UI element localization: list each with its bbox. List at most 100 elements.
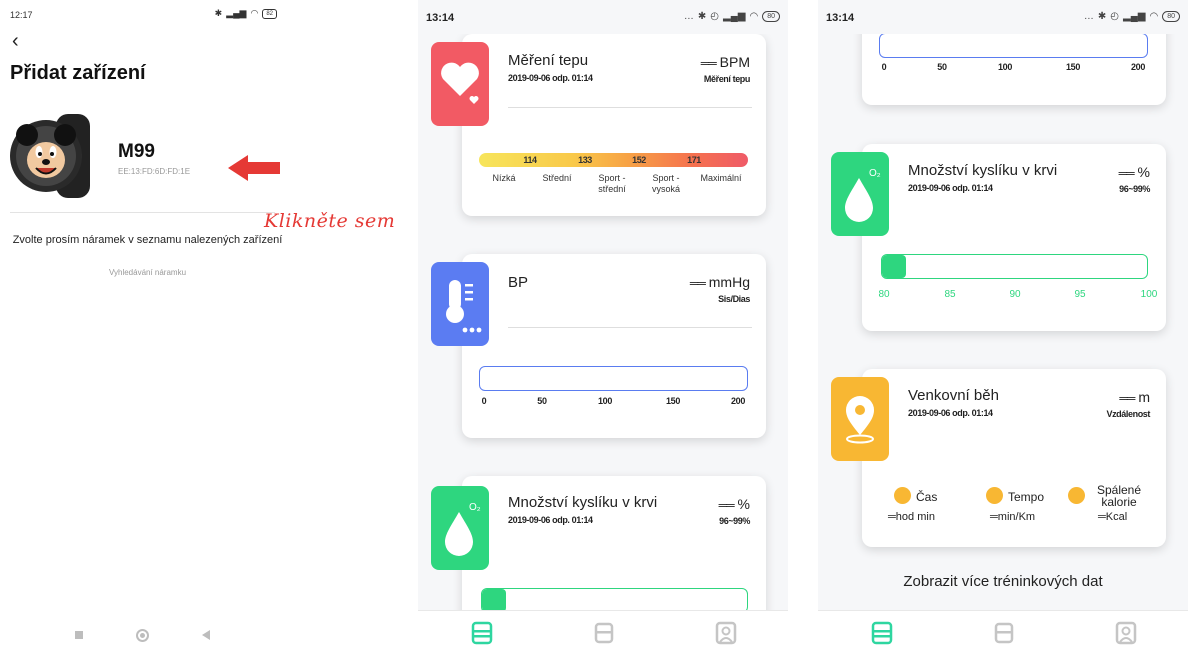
- axis-label: 90: [1009, 289, 1021, 300]
- card-unit: ══ BPM: [700, 54, 750, 70]
- axis-label: 150: [1065, 62, 1081, 72]
- wifi-icon: ◠: [749, 11, 759, 22]
- oxygen-badge: O₂: [831, 152, 889, 236]
- home-button[interactable]: [135, 628, 149, 642]
- axis-label: 100: [1140, 289, 1158, 300]
- card-date: 2019-09-06 odp. 01:14: [908, 408, 993, 418]
- card-subtitle: 96~99%: [1119, 184, 1150, 194]
- bottom-tab-bar: [418, 610, 788, 650]
- blood-pressure-card[interactable]: BP ══ mmHg Sis/Dias 0 50 100 150 200: [462, 254, 766, 438]
- axis-label: 80: [878, 289, 890, 300]
- card-subtitle: Vzdálenost: [1106, 409, 1150, 419]
- card-title: Měření tepu: [508, 52, 589, 69]
- zone-label: Nízká: [492, 173, 516, 183]
- lightning-icon: [986, 487, 1003, 504]
- card-date: 2019-09-06 odp. 01:14: [908, 183, 993, 193]
- clock-icon: [894, 487, 911, 504]
- status-bar: 12:17 ✱ ▂▄▆ ◠ 82: [0, 0, 285, 28]
- bp-bar: [479, 366, 748, 391]
- zone-tick: 171: [687, 155, 701, 165]
- heart-zone-bar: [479, 153, 748, 167]
- tab-profile[interactable]: [1115, 621, 1137, 645]
- unit-text: m: [1138, 389, 1150, 405]
- watch-image[interactable]: [8, 104, 98, 208]
- outdoor-run-card[interactable]: Venkovní běh 2019-09-06 odp. 01:14 ══ m …: [862, 369, 1166, 547]
- tab-dashboard[interactable]: [871, 621, 893, 645]
- tab-dashboard[interactable]: [471, 621, 493, 645]
- device-mac: EE:13:FD:6D:FD:1E: [118, 167, 191, 176]
- oxygen-bar-fill: [882, 255, 906, 278]
- page-title: Přidat zařízení: [10, 62, 146, 84]
- unit-text: %: [1137, 164, 1150, 180]
- system-nav-bar: [0, 620, 285, 650]
- card-date: 2019-09-06 odp. 01:14: [508, 73, 593, 83]
- more-training-data-link[interactable]: Zobrazit více tréninkových dat: [818, 573, 1188, 590]
- alarm-icon: ◴: [710, 11, 719, 22]
- arrow-left-icon: [228, 155, 280, 181]
- time-label: Čas: [916, 490, 938, 504]
- card-unit: ══ %: [1118, 164, 1150, 180]
- location-pin-icon: [846, 396, 874, 444]
- divider: [10, 212, 275, 213]
- back-button[interactable]: ‹: [12, 30, 19, 53]
- dashboard-screen-1: 13:14 … ✱ ◴ ▂▄▆ ◠ 80 Měření tepu 2019-09…: [418, 0, 788, 650]
- signal-icon: ▂▄▆: [226, 8, 247, 18]
- svg-text:O₂: O₂: [469, 502, 481, 513]
- signal-icon: ▂▄▆: [723, 11, 746, 22]
- status-time: 13:14: [826, 12, 855, 24]
- status-time: 12:17: [10, 10, 33, 20]
- divider: [508, 327, 752, 328]
- card-unit: ══ mmHg: [689, 274, 750, 290]
- divider: [508, 107, 752, 108]
- click-here-hint: Klikněte sem: [264, 210, 396, 232]
- tab-device[interactable]: [993, 621, 1015, 645]
- blood-oxygen-card[interactable]: Množství kyslíku v krvi 2019-09-06 odp. …: [862, 144, 1166, 331]
- axis-label: 85: [944, 289, 956, 300]
- zone-label: Sport - střední: [598, 173, 626, 194]
- heart-rate-card[interactable]: Měření tepu 2019-09-06 odp. 01:14 ══ BPM…: [462, 34, 766, 216]
- card-unit: ══ m: [1119, 389, 1150, 405]
- battery-icon: 80: [762, 11, 780, 22]
- axis-label: 50: [937, 62, 947, 72]
- wifi-icon: ◠: [250, 8, 259, 18]
- device-icon: [594, 622, 614, 644]
- device-icon: [994, 622, 1014, 644]
- unit-text: BPM: [719, 54, 750, 70]
- calories-unit: ═Kcal: [1098, 511, 1128, 523]
- back-nav-button[interactable]: [202, 630, 211, 640]
- bp-bar: [879, 33, 1148, 58]
- dashboard-screen-2: 13:14 … ✱ ◴ ▂▄▆ ◠ 80 0 50 100 150 200 Mn…: [818, 0, 1188, 650]
- card-title: Množství kyslíku v krvi: [908, 162, 1058, 179]
- axis-label: 0: [481, 396, 487, 406]
- searching-text: Vyhledávání náramku: [108, 268, 187, 277]
- pace-unit: ═min/Km: [990, 511, 1036, 523]
- card-subtitle: Měření tepu: [703, 74, 751, 84]
- tab-device[interactable]: [593, 621, 615, 645]
- signal-icon: ▂▄▆: [1123, 11, 1146, 22]
- droplet-icon: O₂: [445, 502, 481, 556]
- flame-icon: [1068, 487, 1085, 504]
- unit-text: mmHg: [708, 274, 750, 290]
- tab-profile[interactable]: [715, 621, 737, 645]
- axis-label: 50: [537, 396, 547, 406]
- zone-label: Střední: [542, 173, 572, 183]
- axis-label: 200: [1130, 62, 1146, 72]
- axis-label: 100: [597, 396, 613, 406]
- axis-label: 0: [881, 62, 887, 72]
- profile-icon: [1115, 621, 1137, 645]
- wifi-icon: ◠: [1149, 11, 1159, 22]
- add-device-screen: 12:17 ✱ ▂▄▆ ◠ 82 ‹ Přidat zařízení M99 E…: [0, 0, 395, 650]
- time-unit: ═hod min: [888, 511, 935, 523]
- status-bar: 13:14 … ✱ ◴ ▂▄▆ ◠ 80: [418, 0, 788, 34]
- status-bar: 13:14 … ✱ ◴ ▂▄▆ ◠ 80: [818, 0, 1188, 34]
- zone-tick: 152: [632, 155, 646, 165]
- card-subtitle: 96~99%: [719, 516, 750, 526]
- device-name[interactable]: M99: [118, 141, 155, 163]
- recents-button[interactable]: [74, 631, 83, 639]
- bluetooth-icon: ✱: [214, 8, 223, 18]
- bottom-tab-bar: [818, 610, 1188, 650]
- screenshot-collage: 12:17 ✱ ▂▄▆ ◠ 82 ‹ Přidat zařízení M99 E…: [0, 0, 1188, 650]
- battery-icon: 80: [1162, 11, 1180, 22]
- more-icon: …: [1083, 11, 1094, 22]
- battery-icon: 82: [262, 8, 277, 19]
